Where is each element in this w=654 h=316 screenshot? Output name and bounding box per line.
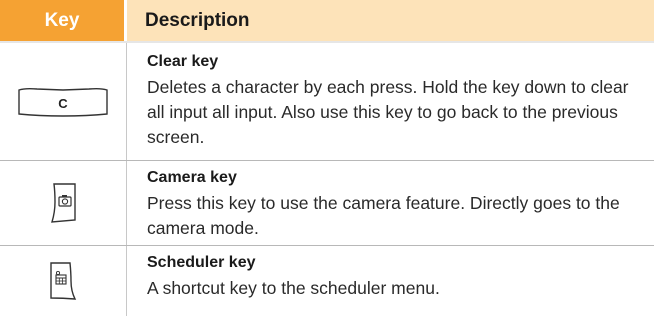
key-cell: C	[0, 43, 127, 160]
table-header: Key Description	[0, 0, 654, 43]
row-description: Deletes a character by each press. Hold …	[147, 77, 629, 147]
description-cell: Scheduler key A shortcut key to the sche…	[127, 246, 654, 316]
camera-key-icon	[51, 183, 76, 223]
clear-key-icon: C	[18, 87, 108, 117]
description-cell: Camera key Press this key to use the cam…	[127, 161, 654, 245]
clear-key-glyph: C	[58, 96, 68, 111]
key-cell	[0, 161, 127, 245]
row-title: Camera key	[147, 169, 237, 186]
key-cell	[0, 246, 127, 316]
description-cell: Clear key Deletes a character by each pr…	[127, 43, 654, 160]
row-description: A shortcut key to the scheduler menu.	[147, 278, 440, 298]
table-row-scheduler-key: Scheduler key A shortcut key to the sche…	[0, 246, 654, 316]
header-description-column: Description	[127, 0, 654, 41]
key-description-table: Key Description C Clear key Deletes a ch…	[0, 0, 654, 316]
row-title: Scheduler key	[147, 254, 256, 271]
row-title: Clear key	[147, 53, 219, 70]
table-row-clear-key: C Clear key Deletes a character by each …	[0, 43, 654, 161]
table-body: C Clear key Deletes a character by each …	[0, 43, 654, 316]
row-description: Press this key to use the camera feature…	[147, 193, 620, 238]
header-key-column: Key	[0, 0, 127, 41]
table-row-camera-key: Camera key Press this key to use the cam…	[0, 161, 654, 246]
scheduler-key-icon	[50, 262, 77, 300]
